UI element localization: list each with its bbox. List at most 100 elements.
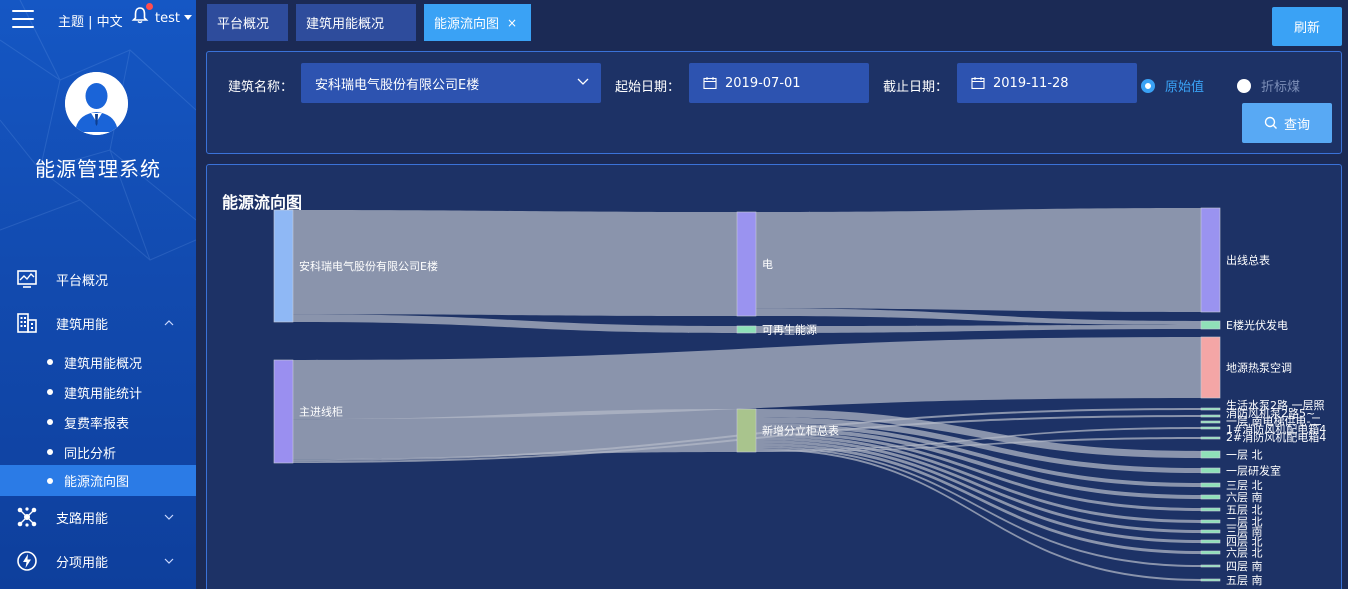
sidebar-item-label: 建筑用能: [56, 317, 109, 333]
sankey-node-label: 一层 南电梯供电-二: [1226, 414, 1321, 428]
sankey-node[interactable]: [1200, 420, 1221, 424]
start-date-value: 2019-07-01: [725, 75, 801, 91]
sankey-node[interactable]: [1200, 414, 1221, 418]
sidebar-subitem-building-overview[interactable]: 建筑用能概况: [0, 347, 196, 377]
sankey-node-label: 六层 北: [1226, 547, 1263, 560]
sidebar-subitem-label: 同比分析: [64, 446, 117, 462]
sankey-node-label: 四层 南: [1226, 560, 1263, 573]
theme-link[interactable]: 主题: [58, 15, 84, 30]
sankey-node[interactable]: [273, 209, 294, 323]
tab-energy-flow[interactable]: 能源流向图 ×: [424, 4, 531, 41]
building-select-value: 安科瑞电气股份有限公司E楼: [315, 77, 480, 93]
sankey-node[interactable]: [736, 211, 757, 317]
user-menu[interactable]: test: [155, 11, 192, 26]
sankey-node[interactable]: [1200, 529, 1221, 534]
separator: |: [88, 15, 97, 30]
building-label: 建筑名称：: [228, 80, 294, 95]
avatar: [65, 72, 128, 135]
sankey-link[interactable]: [756, 325, 1201, 333]
sidebar-subitem-label: 建筑用能概况: [64, 356, 143, 372]
sidebar-subitem-label: 复费率报表: [64, 416, 130, 432]
sankey-node-label: 2#消防风机配电箱4: [1226, 430, 1326, 444]
bullet: [47, 419, 53, 425]
sankey-node[interactable]: [1200, 467, 1221, 474]
refresh-button[interactable]: 刷新: [1272, 7, 1342, 46]
building-icon: [17, 313, 37, 333]
sankey-node-label: E楼光伏发电: [1226, 318, 1288, 332]
sankey-link[interactable]: [756, 208, 1201, 312]
radio-label: 原始值: [1165, 80, 1205, 95]
sankey-node[interactable]: [1200, 320, 1221, 330]
sankey-node[interactable]: [1200, 550, 1221, 555]
sidebar-item-sub-energy[interactable]: 分项用能: [0, 541, 196, 581]
sankey-node[interactable]: [1200, 519, 1221, 524]
sankey-node[interactable]: [1200, 207, 1221, 313]
user-name: test: [155, 11, 180, 26]
sankey-node-label: 五层 南: [1226, 574, 1263, 587]
sankey-node[interactable]: [1200, 494, 1221, 500]
sidebar: 主题 | 中文 test 能源管理系统 平台概况 建筑用能 建筑用能概况 建筑用…: [0, 0, 196, 589]
sidebar-subitem-building-stats[interactable]: 建筑用能统计: [0, 377, 196, 407]
chevron-down-icon: [164, 558, 174, 564]
sidebar-subitem-label: 能源流向图: [64, 475, 130, 490]
tab-label: 平台概况: [217, 17, 270, 32]
chevron-down-icon: [164, 514, 174, 520]
sankey-link[interactable]: [293, 314, 737, 333]
radio-standard-coal[interactable]: 折标煤: [1237, 76, 1300, 95]
sankey-node[interactable]: [736, 325, 757, 334]
sankey-node[interactable]: [1200, 539, 1221, 544]
hamburger-menu-icon[interactable]: [12, 10, 34, 28]
sankey-node-label: 主进线柜: [299, 405, 343, 419]
system-title: 能源管理系统: [35, 157, 161, 181]
sankey-node[interactable]: [1200, 482, 1221, 488]
tab-label: 能源流向图: [434, 17, 500, 32]
sidebar-item-label: 分项用能: [56, 555, 109, 571]
sankey-node[interactable]: [1200, 507, 1221, 512]
sankey-link[interactable]: [293, 337, 1201, 420]
lightning-icon: [17, 551, 37, 571]
sankey-node-label: 地源热泵空调: [1226, 361, 1292, 375]
sankey-node[interactable]: [273, 359, 294, 464]
chevron-down-icon: [577, 78, 589, 85]
sidebar-item-branch-energy[interactable]: 支路用能: [0, 497, 196, 537]
monitor-icon: [17, 270, 37, 288]
sankey-node[interactable]: [1200, 450, 1221, 459]
sidebar-subitem-yoy-analysis[interactable]: 同比分析: [0, 437, 196, 467]
end-date-input[interactable]: 2019-11-28: [957, 63, 1137, 103]
building-select[interactable]: 安科瑞电气股份有限公司E楼: [301, 63, 601, 103]
sankey-node[interactable]: [1200, 407, 1221, 411]
end-date-value: 2019-11-28: [993, 75, 1069, 91]
language-link[interactable]: 中文: [97, 15, 123, 30]
tab-platform-overview[interactable]: 平台概况: [207, 4, 288, 41]
search-icon: [1264, 116, 1277, 129]
theme-language-switch: 主题 | 中文: [58, 11, 123, 30]
sankey-node-label: 安科瑞电气股份有限公司E楼: [299, 259, 438, 273]
sankey-node-label: 可再生能源: [762, 323, 817, 337]
radio-original-value[interactable]: 原始值: [1141, 76, 1204, 95]
user-avatar-icon: [65, 72, 128, 135]
sankey-node[interactable]: [1200, 436, 1221, 440]
sankey-node[interactable]: [1200, 336, 1221, 399]
sankey-node-label: 六层 南: [1226, 491, 1263, 504]
sankey-node-label: 出线总表: [1226, 253, 1270, 267]
bullet: [47, 449, 53, 455]
query-label: 查询: [1283, 116, 1310, 132]
start-date-input[interactable]: 2019-07-01: [689, 63, 869, 103]
radio-checked-icon: [1141, 78, 1155, 93]
sidebar-item-platform-overview[interactable]: 平台概况: [0, 259, 196, 299]
sidebar-subitem-energy-flow[interactable]: 能源流向图: [0, 465, 196, 496]
sankey-node[interactable]: [1200, 564, 1221, 568]
sankey-node[interactable]: [1200, 578, 1221, 582]
close-icon[interactable]: ×: [507, 16, 517, 30]
sankey-node-label: 一层 北: [1226, 449, 1263, 462]
network-icon: [17, 507, 37, 527]
chart-panel: 安科瑞电气股份有限公司E楼 主进线柜 电可再生能源 新增分立柜总表 出线总表 E楼光伏发电…: [206, 164, 1342, 589]
sidebar-item-building-energy[interactable]: 建筑用能: [0, 303, 196, 343]
sankey-node[interactable]: [1200, 426, 1221, 430]
radio-unchecked-icon: [1237, 78, 1251, 93]
bullet: [47, 477, 53, 484]
sankey-node[interactable]: [736, 408, 757, 453]
query-button[interactable]: 查询: [1242, 103, 1332, 143]
tab-building-overview[interactable]: 建筑用能概况: [296, 4, 416, 41]
sidebar-subitem-rate-report[interactable]: 复费率报表: [0, 407, 196, 437]
